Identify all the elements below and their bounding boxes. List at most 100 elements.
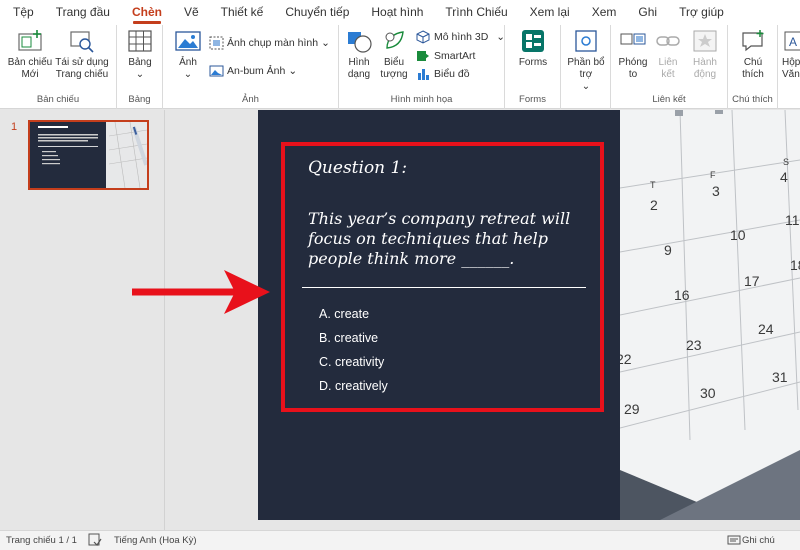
action-button[interactable]: Hành động [687, 27, 723, 81]
group-label-forms: Forms [519, 94, 546, 105]
comment-icon [739, 27, 767, 55]
zoom-icon [619, 27, 647, 55]
tab-0[interactable]: Tệp [0, 0, 45, 25]
calendar-date: 2 [650, 197, 658, 213]
photo-album-label: An-bum Ảnh [227, 65, 286, 77]
tab-10[interactable]: Ghi [627, 0, 668, 25]
textbox-button[interactable]: A Hộp Văn [782, 27, 800, 81]
group-images: Ảnh ⌄ Ảnh chụp màn hình ⌄ An-bum Ảnh ⌄ Ả… [163, 25, 339, 109]
ribbon: Bản chiếu Mới Tái sử dụng Trang chiếu Bả… [0, 25, 800, 109]
chart-label: Biểu đồ [434, 68, 470, 80]
notes-icon [727, 533, 741, 549]
tab-9[interactable]: Xem [581, 0, 628, 25]
tab-8[interactable]: Xem lại [519, 0, 581, 25]
link-button[interactable]: Liên kết [651, 27, 685, 81]
addins-button[interactable]: Phần bổ trợ ⌄ [563, 27, 609, 93]
ribbon-tabs: Tệp Trang đầu Chèn Vẽ Thiết kế Chuyển tiếp Hoạ… [0, 0, 800, 25]
table-icon [126, 27, 154, 55]
tab-2[interactable]: Chèn [121, 0, 173, 25]
textbox-label: Hộp Văn [782, 57, 800, 80]
accessibility-icon[interactable] [88, 533, 102, 550]
calendar-date: 31 [772, 369, 788, 385]
group-tables: Bảng ⌄ Bảng [117, 25, 163, 109]
pictures-button[interactable]: Ảnh ⌄ [173, 27, 203, 81]
group-slides: Bản chiếu Mới Tái sử dụng Trang chiếu Bả… [0, 25, 117, 109]
forms-button[interactable]: Forms [517, 27, 549, 69]
calendar-date: 4 [780, 169, 788, 185]
calendar-date: 29 [624, 401, 640, 417]
chart-icon [415, 66, 431, 82]
shapes-button[interactable]: Hình dạng [342, 27, 376, 81]
group-comments: Chú thích Chú thích [728, 25, 778, 109]
tab-3[interactable]: Vẽ [173, 0, 210, 25]
addins-label: Phần bổ trợ [567, 57, 605, 80]
slide-counter: Trang chiếu 1 / 1 [6, 535, 77, 546]
calendar-date: 10 [730, 227, 746, 243]
action-label: Hành động [693, 57, 717, 80]
pictures-label: Ảnh [179, 57, 197, 68]
forms-label: Forms [518, 57, 548, 68]
chevron-down-icon: ⌄ [288, 65, 298, 77]
calendar-day-letter: T [650, 180, 656, 190]
answer-option-a[interactable]: A. create [319, 302, 388, 326]
shapes-label: Hình dạng [347, 57, 371, 80]
reuse-slides-button[interactable]: Tái sử dụng Trang chiếu [54, 27, 110, 81]
picture-icon [174, 27, 202, 55]
answer-option-d[interactable]: D. creatively [319, 374, 388, 398]
calendar-date: 23 [686, 337, 702, 353]
forms-icon [519, 27, 547, 55]
tab-4[interactable]: Thiết kế [210, 0, 275, 25]
group-label-comments: Chú thích [732, 94, 773, 105]
new-slide-label: Bản chiếu Mới [7, 57, 53, 80]
chart-button[interactable]: Biểu đồ [415, 66, 470, 82]
group-illustrations: Hình dạng Biểu tượng Mô hình 3D ⌄ SmartA… [339, 25, 505, 109]
photo-album-button[interactable]: An-bum Ảnh ⌄ [208, 63, 297, 79]
group-forms: Forms Forms [505, 25, 561, 109]
group-addins: Phần bổ trợ ⌄ [561, 25, 611, 109]
icons-label: Biểu tượng [380, 57, 408, 80]
tab-5[interactable]: Chuyển tiếp [274, 0, 360, 25]
tab-1[interactable]: Trang đầu [45, 0, 121, 25]
group-label-images: Ảnh [242, 94, 259, 105]
calendar-date: 9 [664, 242, 672, 258]
calendar-date: 11 [785, 212, 800, 228]
screenshot-button[interactable]: Ảnh chụp màn hình ⌄ [208, 35, 330, 51]
reuse-slides-label: Tái sử dụng Trang chiếu [55, 57, 109, 80]
comment-label: Chú thích [742, 57, 764, 80]
calendar-date: 17 [744, 273, 760, 289]
answer-option-b[interactable]: B. creative [319, 326, 388, 350]
new-slide-button[interactable]: Bản chiếu Mới [6, 27, 54, 81]
calendar-date: 18 [790, 257, 800, 273]
table-button[interactable]: Bảng ⌄ [125, 27, 155, 81]
question-text[interactable]: This year’s company retreat will focus o… [308, 209, 598, 269]
smartart-button[interactable]: SmartArt [415, 48, 475, 64]
pointer-arrow-icon [132, 270, 270, 314]
chevron-down-icon: ⌄ [581, 81, 591, 92]
zoom-button[interactable]: Phóng to [616, 27, 650, 81]
cube-icon [415, 29, 431, 45]
icons-button[interactable]: Biểu tượng [377, 27, 411, 81]
star-icon [691, 27, 719, 55]
photo-album-icon [208, 63, 224, 79]
tab-6[interactable]: Hoạt hình [360, 0, 434, 25]
link-icon [654, 27, 682, 55]
group-links: Phóng to Liên kết Hành động Liên kết [611, 25, 728, 109]
calendar-photo: T F S 2 3 4 9 10 11 16 17 18 23 24 22 30… [620, 110, 800, 520]
comment-button[interactable]: Chú thích [736, 27, 770, 81]
reuse-slides-icon [68, 27, 96, 55]
calendar-day-letter: S [783, 157, 789, 167]
slide-thumbnail[interactable] [28, 120, 149, 190]
thumbnail-number: 1 [11, 121, 18, 133]
tab-11[interactable]: Trợ giúp [668, 0, 735, 25]
question-title[interactable]: Question 1: [308, 158, 407, 178]
table-label: Bảng [128, 57, 152, 68]
shapes-icon [345, 27, 373, 55]
notes-button[interactable]: Ghi chú [742, 535, 775, 546]
tab-7[interactable]: Trình Chiếu [434, 0, 518, 25]
calendar-image: T F S 2 3 4 9 10 11 16 17 18 23 24 22 30… [620, 110, 800, 520]
language-indicator[interactable]: Tiếng Anh (Hoa Kỳ) [114, 535, 197, 546]
slide-canvas[interactable]: T F S 2 3 4 9 10 11 16 17 18 23 24 22 30… [258, 110, 800, 520]
answer-option-c[interactable]: C. creativity [319, 350, 388, 374]
3d-models-button[interactable]: Mô hình 3D ⌄ [415, 29, 505, 45]
smartart-icon [415, 48, 431, 64]
